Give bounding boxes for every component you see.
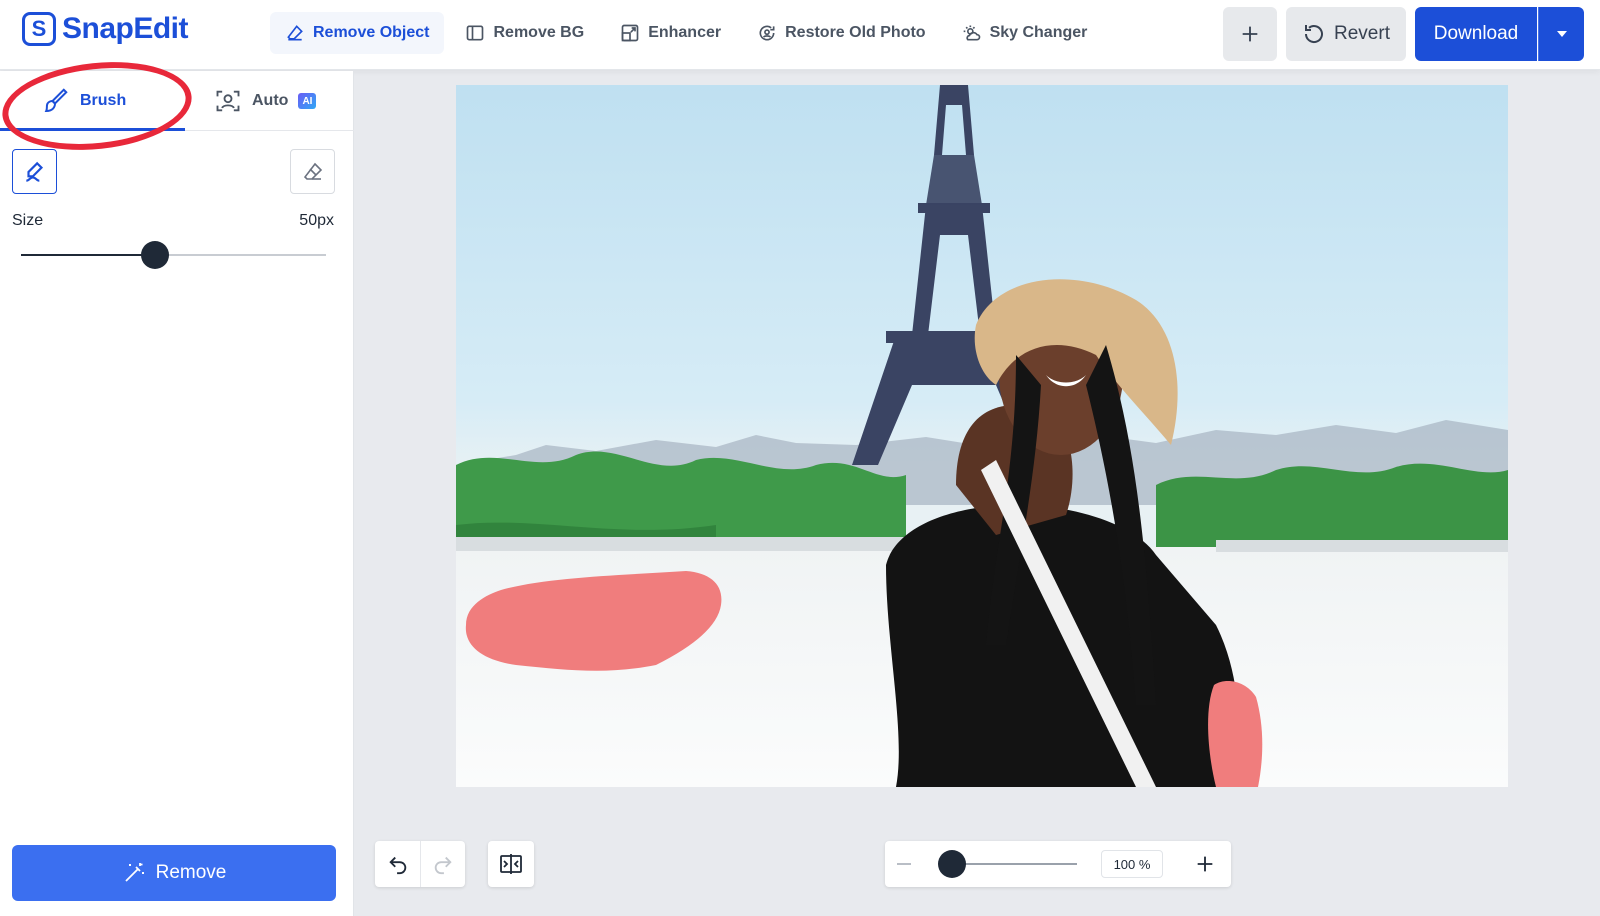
- nav-label: Remove Object: [313, 24, 430, 41]
- brush-icon: [44, 88, 68, 113]
- sidebar: Brush Auto AI Size 50px Remove: [0, 53, 354, 916]
- plus-icon: [1242, 26, 1258, 42]
- zoom-slider[interactable]: [953, 863, 1077, 865]
- revert-button[interactable]: Revert: [1286, 7, 1406, 61]
- size-slider-thumb[interactable]: [141, 241, 170, 269]
- zoom-in-button[interactable]: [1192, 851, 1218, 877]
- revert-label: Revert: [1334, 23, 1390, 44]
- add-image-button[interactable]: [1223, 7, 1277, 61]
- nav-enhancer[interactable]: Enhancer: [605, 12, 736, 54]
- eraser-tool-button[interactable]: [290, 149, 335, 194]
- zoom-slider-thumb[interactable]: [938, 850, 966, 878]
- remove-button[interactable]: Remove: [12, 845, 336, 901]
- top-bar: S SnapEdit Remove Object Remove BG Enhan…: [0, 0, 1600, 70]
- size-slider-fill: [21, 254, 156, 256]
- face-restore-icon: [759, 25, 775, 41]
- tool-nav: Remove Object Remove BG Enhancer Restore…: [270, 12, 1102, 54]
- tab-label: Brush: [80, 92, 127, 109]
- caret-down-icon: [1556, 31, 1567, 37]
- tab-auto[interactable]: Auto AI: [214, 71, 317, 131]
- photo-canvas[interactable]: [456, 85, 1508, 787]
- nav-sky-changer[interactable]: Sky Changer: [947, 12, 1103, 54]
- layers-icon: [467, 25, 484, 41]
- download-button[interactable]: Download: [1415, 7, 1537, 61]
- pen-scribble-icon: [25, 161, 43, 182]
- zoom-value[interactable]: 100 %: [1101, 850, 1163, 878]
- compare-control: [488, 841, 534, 887]
- remove-label: Remove: [155, 862, 227, 883]
- logo-mark: S: [22, 12, 56, 46]
- zoom-out-button[interactable]: [897, 863, 911, 865]
- ai-badge: AI: [298, 93, 317, 109]
- draw-tool-button[interactable]: [12, 149, 57, 194]
- mode-tabs: Brush Auto AI: [0, 53, 354, 159]
- tab-brush[interactable]: Brush: [40, 71, 126, 131]
- expand-image-icon: [621, 24, 639, 42]
- compare-button[interactable]: [489, 841, 534, 887]
- face-scan-icon: [216, 90, 240, 112]
- redo-button[interactable]: [420, 841, 465, 887]
- nav-label: Sky Changer: [989, 24, 1088, 41]
- nav-remove-object[interactable]: Remove Object: [270, 12, 445, 54]
- nav-label: Restore Old Photo: [785, 24, 926, 41]
- plus-icon: [1197, 856, 1213, 872]
- logo[interactable]: S SnapEdit: [22, 12, 189, 46]
- magic-wand-icon: [124, 863, 144, 882]
- redo-icon: [434, 856, 452, 875]
- zoom-controls: 100 %: [885, 841, 1231, 887]
- logo-text: SnapEdit: [62, 12, 189, 45]
- nav-remove-bg[interactable]: Remove BG: [450, 12, 599, 54]
- undo-icon: [388, 856, 406, 875]
- download-label: Download: [1433, 23, 1519, 44]
- compare-icon: [500, 854, 522, 874]
- history-controls: [375, 841, 465, 887]
- tab-label: Auto: [252, 92, 289, 109]
- size-slider[interactable]: [21, 241, 326, 269]
- sun-cloud-icon: [963, 25, 980, 41]
- download-options-button[interactable]: [1538, 7, 1584, 61]
- revert-icon: [1305, 25, 1324, 43]
- eraser-icon: [287, 25, 303, 41]
- active-tab-indicator: [0, 128, 185, 131]
- size-label: Size: [12, 212, 44, 229]
- nav-label: Remove BG: [493, 24, 585, 41]
- size-value: 50px: [299, 212, 334, 229]
- undo-button[interactable]: [375, 841, 420, 887]
- eraser-icon: [303, 162, 322, 180]
- photo-image: [456, 85, 1508, 787]
- nav-label: Enhancer: [648, 24, 722, 41]
- canvas-area: 100 %: [355, 71, 1600, 916]
- nav-restore-old-photo[interactable]: Restore Old Photo: [742, 12, 940, 54]
